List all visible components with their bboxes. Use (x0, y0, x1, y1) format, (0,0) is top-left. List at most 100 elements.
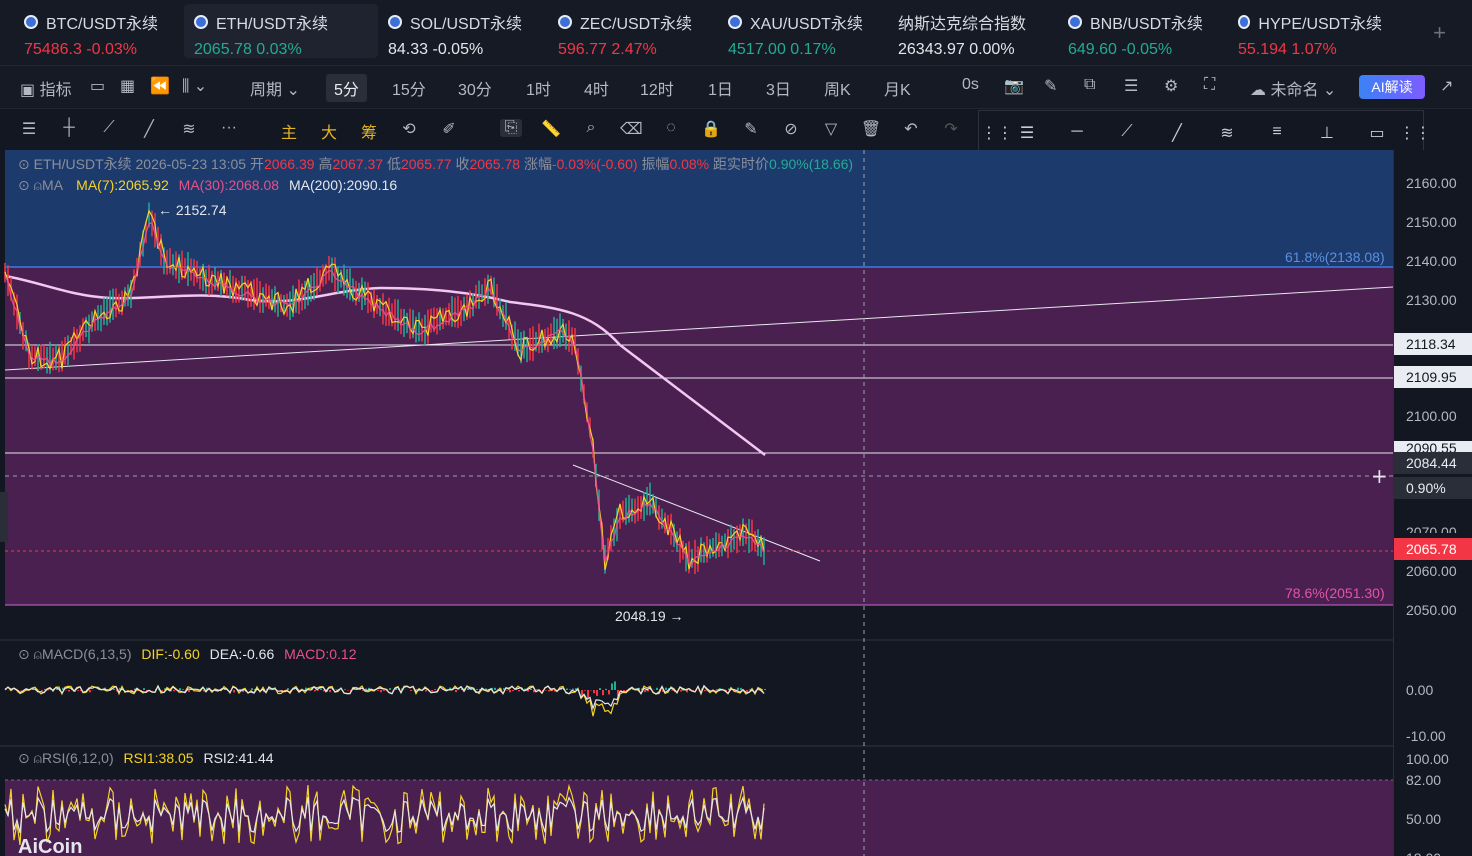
macd-bar (383, 690, 385, 692)
price-tick: 2050.00 (1406, 602, 1457, 618)
large-order-button[interactable]: 大 (318, 119, 340, 143)
ticker-name: 纳斯达克综合指数 (898, 16, 1027, 33)
period-tab[interactable]: 周K (824, 76, 851, 100)
add-ticker-icon[interactable]: + (1433, 20, 1446, 46)
candle-info-line: ⊙ ETH/USDT永续 2026-05-23 13:05 开2066.39 高… (18, 156, 854, 172)
ticker-price: 2065.78 (194, 41, 252, 58)
period-tab[interactable]: 5分 (326, 74, 367, 102)
rectangle-icon[interactable]: ▭ (1361, 123, 1393, 145)
candle-type-icon[interactable]: ⫼ ⌄ (182, 76, 207, 96)
end-handle-icon[interactable]: ⋮⋮ (1399, 123, 1431, 145)
brush-icon[interactable]: ✐ (438, 119, 460, 139)
hide-icon[interactable]: ◌ (660, 119, 682, 137)
period-tab[interactable]: 15分 (392, 76, 426, 100)
share-icon[interactable]: ↗ (1440, 76, 1453, 96)
eraser-icon[interactable]: ⌫ (620, 119, 643, 139)
share-box-icon[interactable]: ⧉ (1084, 76, 1095, 94)
rsi-tick: 18.00 (1406, 850, 1441, 856)
period-tab[interactable]: 12时 (640, 76, 674, 100)
macd-bar (593, 690, 595, 694)
ticker-item[interactable]: SOL/USDT永续 84.33 -0.05% (378, 4, 542, 58)
ticker-item[interactable]: BNB/USDT永续 649.60 -0.05% (1058, 4, 1222, 58)
magnet-icon[interactable]: ⊘ (780, 119, 802, 139)
period-label: 周期 (250, 82, 283, 99)
ticker-item[interactable]: ZEC/USDT永续 596.77 2.47% (548, 4, 712, 58)
ai-interpret-button[interactable]: AI解读 (1359, 75, 1425, 99)
level-tag-2109: 2109.95 (1394, 366, 1472, 388)
period-dropdown[interactable]: 周期 ⌄ (250, 76, 300, 100)
menu-icon[interactable]: ☰ (18, 119, 40, 139)
ray-icon[interactable]: ╱ (138, 119, 160, 139)
macd-bar (545, 690, 547, 691)
period-tab[interactable]: 月K (884, 76, 911, 100)
macd-bar (143, 688, 145, 690)
pencil-icon[interactable]: ✎ (1044, 76, 1057, 96)
period-tab[interactable]: 4时 (584, 76, 609, 100)
main-chip-button[interactable]: 主 (278, 119, 300, 143)
fullscreen-icon[interactable]: ⛶ (1204, 76, 1215, 94)
indicator-button[interactable]: ▣ 指标 (20, 76, 72, 100)
lock-icon[interactable]: 🔒 (700, 119, 722, 139)
layout-icon[interactable]: ▭ (90, 76, 105, 96)
macd-info-line: ⊙ ⍝MACD(6,13,5) DIF:-0.60 DEA:-0.66 MACD… (18, 646, 357, 662)
layout-name-dropdown[interactable]: ☁ 未命名 ⌄ (1250, 76, 1336, 100)
segment-icon[interactable]: ╱ (1161, 123, 1193, 145)
list-icon[interactable]: ☰ (1124, 76, 1138, 96)
ticker-item[interactable]: BTC/USDT永续 75486.3 -0.03% (14, 4, 178, 58)
rewind-icon[interactable]: ⏪ (150, 76, 170, 96)
period-tab[interactable]: 30分 (458, 76, 492, 100)
period-tab[interactable]: 1日 (708, 76, 733, 100)
grid-icon[interactable]: ▦ (120, 76, 135, 96)
distance-value: 0.90%(18.66) (769, 156, 854, 172)
parallel-channel-icon[interactable]: ≋ (178, 119, 200, 139)
settings-icon[interactable]: ⚙ (1164, 76, 1178, 96)
rsi-tick: 82.00 (1406, 772, 1442, 788)
period-tab[interactable]: 3日 (766, 76, 791, 100)
amplitude-value: 0.08% (669, 156, 710, 172)
angle-line-icon[interactable]: ⟋ (1111, 123, 1143, 145)
rsi-tick: 50.00 (1406, 811, 1442, 827)
macd-bar (467, 688, 469, 691)
ticker-item[interactable]: ETH/USDT永续 2065.78 0.03% (184, 4, 378, 58)
redo-icon[interactable]: ↷ (940, 119, 962, 139)
ticker-change: 1.07% (1291, 41, 1337, 58)
ticker-item[interactable]: XAU/USDT永续 4517.00 0.17% (718, 4, 882, 58)
camera-icon[interactable]: 📷 (1004, 76, 1024, 96)
more-icon[interactable]: ··· (218, 119, 240, 137)
macd-bar (431, 690, 433, 692)
measure-icon[interactable]: ⊥ (1311, 123, 1343, 145)
macd-bar (314, 690, 316, 692)
macd-bar (476, 688, 478, 690)
filter-icon[interactable]: ▽ (820, 119, 842, 139)
macd-bar (680, 690, 682, 692)
chip-distribution-button[interactable]: 筹 (358, 119, 380, 143)
ticker-item[interactable]: 纳斯达克综合指数 26343.97 0.00% (888, 4, 1052, 58)
macd-bar (188, 690, 190, 693)
trend-angle-icon[interactable]: ⟋ (98, 119, 120, 137)
channel-icon[interactable]: ≋ (1211, 123, 1243, 145)
macd-bar (68, 690, 70, 692)
drag-handle-icon[interactable]: ⋮⋮ (981, 123, 1013, 145)
copy-icon[interactable]: ⎘ (500, 119, 522, 137)
macd-bar (251, 688, 253, 690)
edit-box-icon[interactable]: ✎ (740, 119, 762, 139)
trash-icon[interactable]: 🗑 (860, 119, 882, 139)
macd-bar (41, 690, 43, 691)
undo-icon[interactable]: ↶ (900, 119, 922, 139)
price-tick: 2150.00 (1406, 214, 1457, 230)
fib-icon[interactable]: ≡ (1261, 123, 1293, 145)
horizontal-line-icon[interactable]: ┼ (58, 119, 80, 137)
crosshair-percent-tag: 0.90% (1394, 477, 1472, 499)
h-line-icon[interactable]: ─ (1061, 123, 1093, 145)
coin-icon (388, 15, 402, 29)
period-toolbar: ▣ 指标 ▭ ▦ ⏪ ⫼ ⌄ 周期 ⌄ 5分 15分 30分 1时 4时 12时 1日 3日 周… (0, 66, 1472, 109)
zoom-icon[interactable]: ⌕ (580, 119, 602, 137)
macd-bar (77, 690, 79, 691)
multi-line-icon[interactable]: ☰ (1011, 123, 1043, 145)
collapse-sidebar-tab[interactable] (0, 492, 8, 542)
price-axis[interactable]: 2160.00 2150.00 2140.00 2130.00 2118.34 … (1393, 150, 1472, 856)
ruler-icon[interactable]: 📏 (540, 119, 562, 139)
ticker-item[interactable]: HYPE/USDT永续 55.194 1.07% (1228, 4, 1392, 58)
period-tab[interactable]: 1时 (526, 76, 551, 100)
sync-icon[interactable]: ⟲ (398, 119, 420, 139)
